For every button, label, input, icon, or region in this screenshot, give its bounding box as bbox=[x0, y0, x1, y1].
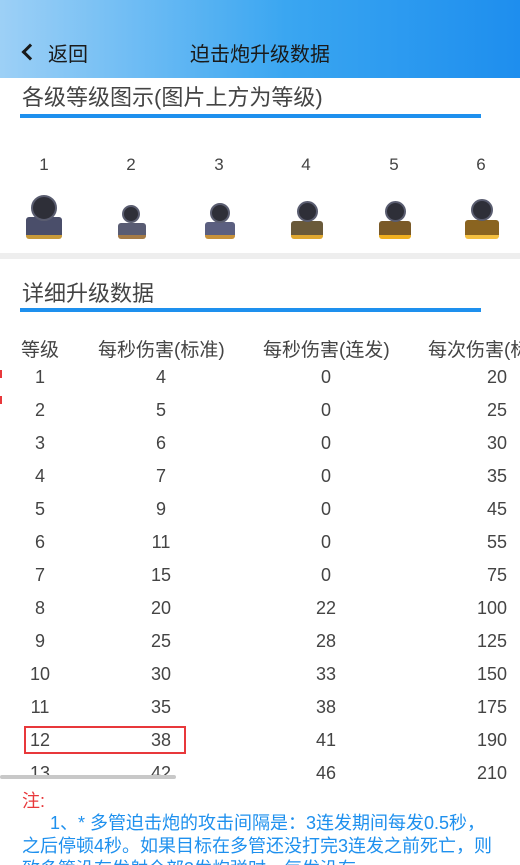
mortar-level-4-image bbox=[289, 199, 323, 239]
table-cell: 55 bbox=[486, 532, 507, 552]
table-cell: 1 bbox=[34, 367, 45, 387]
table-cell: 25 bbox=[150, 631, 172, 651]
table-cell: 30 bbox=[486, 433, 507, 453]
table-cell: 125 bbox=[476, 631, 507, 651]
table-row: 7 15 0 75 bbox=[0, 565, 520, 598]
table-cell: 9 bbox=[34, 631, 45, 651]
table-cell: 13 bbox=[29, 763, 51, 783]
table-cell: 35 bbox=[150, 697, 172, 717]
table-cell: 210 bbox=[476, 763, 507, 783]
column-header: 每秒伤害(连发) bbox=[263, 340, 390, 361]
table-cell: 20 bbox=[486, 367, 507, 387]
table-cell: 7 bbox=[34, 565, 45, 585]
table-cell: 28 bbox=[315, 631, 337, 651]
table-cell: 22 bbox=[315, 598, 337, 618]
note-heading: 注: bbox=[22, 791, 46, 811]
column-header: 等级 bbox=[21, 340, 60, 361]
level-item: 2 bbox=[106, 155, 156, 239]
table-row: 2 5 0 25 bbox=[0, 400, 520, 433]
level-number: 4 bbox=[301, 155, 311, 174]
table-cell: 175 bbox=[476, 697, 507, 717]
mortar-level-3-image bbox=[203, 201, 235, 239]
table-cell: 46 bbox=[315, 763, 337, 783]
section-separator bbox=[0, 253, 520, 259]
level-number: 1 bbox=[39, 155, 49, 174]
section-title-levels: 各级等级图示(图片上方为等级) bbox=[22, 85, 323, 110]
level-number: 6 bbox=[476, 155, 486, 174]
table-cell: 6 bbox=[155, 433, 166, 453]
table-cell: 75 bbox=[486, 565, 507, 585]
level-item: 5 bbox=[369, 155, 419, 239]
table-cell: 15 bbox=[150, 565, 172, 585]
table-cell: 5 bbox=[34, 499, 45, 519]
table-cell: 33 bbox=[315, 664, 337, 684]
table-cell: 0 bbox=[320, 466, 331, 486]
table-cell: 5 bbox=[155, 400, 166, 420]
table-cell: 41 bbox=[315, 730, 337, 750]
table-row: 5 9 0 45 bbox=[0, 499, 520, 532]
mortar-level-6-image bbox=[463, 197, 499, 239]
table-row: 10 30 33 150 bbox=[0, 664, 520, 697]
level-item: 1 bbox=[19, 155, 69, 239]
level-item: 4 bbox=[281, 155, 331, 239]
table-row: 3 6 0 30 bbox=[0, 433, 520, 466]
mortar-level-1-image bbox=[24, 195, 64, 239]
table-cell: 3 bbox=[34, 433, 45, 453]
table-row: 8 20 22 100 bbox=[0, 598, 520, 631]
table-cell: 8 bbox=[34, 598, 45, 618]
column-header: 每次伤害(标 bbox=[428, 340, 520, 361]
note-text: 1、* 多管迫击炮的攻击间隔是：3连发期间每发0.5秒，之后停顿4秒。如果目标在… bbox=[22, 813, 493, 865]
table-cell: 190 bbox=[476, 730, 507, 750]
table-cell: 11 bbox=[30, 697, 50, 717]
column-header: 每秒伤害(标准) bbox=[98, 340, 225, 361]
table-cell: 25 bbox=[486, 400, 507, 420]
table-cell: 6 bbox=[34, 532, 45, 552]
level-number: 3 bbox=[214, 155, 224, 174]
section-divider bbox=[20, 308, 481, 312]
horizontal-scrollbar[interactable] bbox=[0, 775, 176, 779]
section-title-details: 详细升级数据 bbox=[22, 281, 155, 306]
table-cell: 4 bbox=[155, 367, 166, 387]
table-cell: 20 bbox=[150, 598, 172, 618]
table-cell: 42 bbox=[150, 763, 172, 783]
page-title: 迫击炮升级数据 bbox=[190, 44, 330, 66]
table-cell: 0 bbox=[320, 433, 331, 453]
table-row: 1 4 0 20 bbox=[0, 367, 520, 400]
table-cell: 100 bbox=[476, 598, 507, 618]
table-cell: 11 bbox=[151, 532, 171, 552]
table-cell: 2 bbox=[34, 400, 45, 420]
level-number: 5 bbox=[389, 155, 399, 174]
table-cell: 0 bbox=[320, 565, 331, 585]
level-item: 3 bbox=[194, 155, 244, 239]
table-cell: 9 bbox=[155, 499, 166, 519]
table-row: 6 11 0 55 bbox=[0, 532, 520, 565]
section-divider bbox=[20, 114, 481, 118]
level-number: 2 bbox=[126, 155, 136, 174]
level-images-row: 1 2 3 4 5 6 bbox=[0, 155, 520, 245]
table-cell: 0 bbox=[320, 532, 331, 552]
table-cell: 0 bbox=[320, 499, 331, 519]
table-cell: 30 bbox=[150, 664, 172, 684]
mortar-level-2-image bbox=[116, 203, 146, 239]
app-header: 返回 迫击炮升级数据 bbox=[0, 0, 520, 78]
highlight-box bbox=[24, 726, 186, 754]
table-row: 4 7 0 35 bbox=[0, 466, 520, 499]
table-cell: 7 bbox=[155, 466, 166, 486]
mortar-level-5-image bbox=[377, 199, 411, 239]
table-cell: 0 bbox=[320, 367, 331, 387]
table-cell: 38 bbox=[315, 697, 337, 717]
table-cell: 0 bbox=[320, 400, 331, 420]
table-cell: 35 bbox=[486, 466, 507, 486]
table-cell: 4 bbox=[34, 466, 45, 486]
level-item: 6 bbox=[456, 155, 506, 239]
table-row: 13 42 46 210 bbox=[0, 763, 520, 796]
table-row: 9 25 28 125 bbox=[0, 631, 520, 664]
table-cell: 45 bbox=[486, 499, 507, 519]
table-cell: 10 bbox=[29, 664, 51, 684]
table-cell: 150 bbox=[476, 664, 507, 684]
